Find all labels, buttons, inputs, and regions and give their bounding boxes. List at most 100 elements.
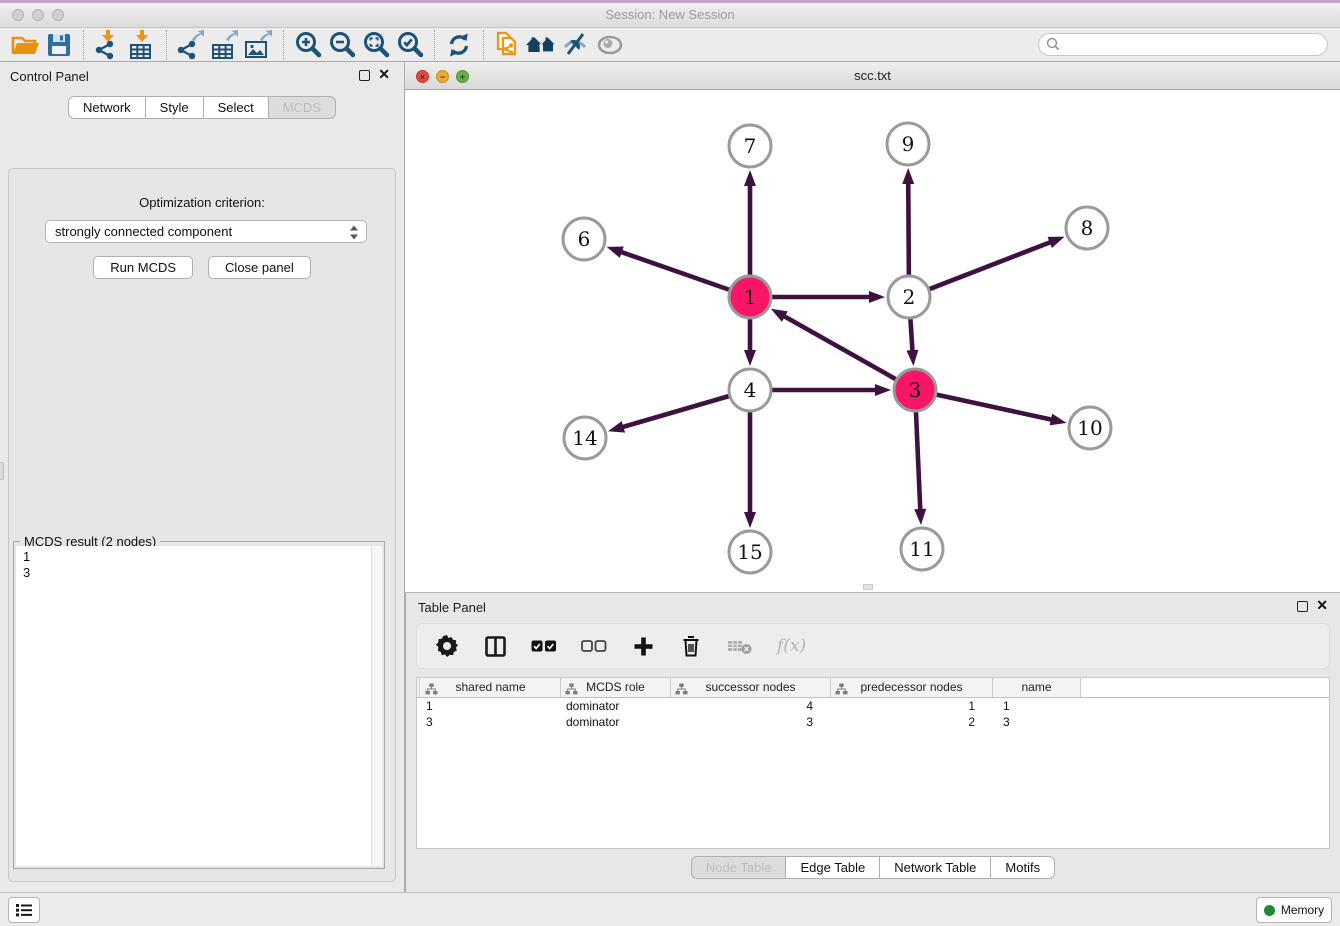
deselect-all-icon[interactable] <box>581 640 607 653</box>
zoom-fit-icon[interactable] <box>359 29 393 61</box>
canvas-grip[interactable] <box>863 584 873 590</box>
home-icon[interactable] <box>525 29 559 61</box>
control-panel-title: Control Panel <box>10 69 89 84</box>
table-cell[interactable]: dominator <box>561 714 671 730</box>
refresh-layout-icon[interactable] <box>442 29 476 61</box>
tab-mcds[interactable]: MCDS <box>268 96 336 119</box>
float-table-panel-icon[interactable] <box>1297 601 1308 612</box>
function-builder-icon: f(x) <box>777 636 806 656</box>
table-panel-title: Table Panel <box>418 600 486 615</box>
table-cell[interactable]: 1 <box>421 698 561 714</box>
select-all-icon[interactable] <box>531 640 557 653</box>
network-view-title: scc.txt <box>405 68 1340 83</box>
result-scrollbar[interactable] <box>371 546 382 866</box>
attribute-icon <box>565 682 578 697</box>
zoom-out-icon[interactable] <box>325 29 359 61</box>
column-label: name <box>1021 680 1051 694</box>
table-cell[interactable]: 1 <box>831 698 993 714</box>
task-history-button[interactable] <box>8 897 40 923</box>
mcds-result-text[interactable]: 1 3 <box>16 546 371 866</box>
hide-graphics-details-icon[interactable] <box>559 29 593 61</box>
toolbar-separator <box>483 30 484 60</box>
clone-network-icon[interactable] <box>491 29 525 61</box>
column-header-predecessor-nodes[interactable]: predecessor nodes <box>831 678 993 697</box>
import-table-icon[interactable] <box>125 29 159 61</box>
node-table: shared nameMCDS rolesuccessor nodesprede… <box>416 677 1330 849</box>
table-cell[interactable]: 3 <box>671 714 831 730</box>
graph-node-10[interactable]: 10 <box>1069 407 1111 449</box>
tab-edge-table[interactable]: Edge Table <box>785 856 880 879</box>
run-mcds-button[interactable]: Run MCDS <box>93 256 193 279</box>
memory-status-icon <box>1264 905 1275 916</box>
column-header-shared-name[interactable]: shared name <box>421 678 561 697</box>
criterion-select[interactable]: strongly connected component <box>45 220 367 243</box>
table-cell[interactable]: 3 <box>421 714 561 730</box>
graph-node-3[interactable]: 3 <box>894 369 936 411</box>
table-body: 1dominator4113dominator323 <box>417 698 1329 730</box>
save-session-icon[interactable] <box>42 29 76 61</box>
table-cell[interactable]: 1 <box>993 698 1081 714</box>
close-table-panel-icon[interactable]: ✕ <box>1316 598 1328 612</box>
tab-style[interactable]: Style <box>145 96 204 119</box>
zoom-in-icon[interactable] <box>291 29 325 61</box>
search-input[interactable] <box>1038 33 1328 56</box>
svg-text:10: 10 <box>1077 416 1102 440</box>
import-network-icon[interactable] <box>91 29 125 61</box>
criterion-value: strongly connected component <box>55 224 232 239</box>
graph-node-6[interactable]: 6 <box>563 218 605 260</box>
tab-motifs[interactable]: Motifs <box>990 856 1055 879</box>
mcds-result-groupbox: MCDS result (2 nodes) 1 3 <box>13 541 385 869</box>
tab-network[interactable]: Network <box>68 96 146 119</box>
export-table-icon[interactable] <box>208 29 242 61</box>
close-panel-icon[interactable]: ✕ <box>378 67 390 81</box>
export-network-icon[interactable] <box>174 29 208 61</box>
add-row-icon[interactable] <box>631 636 655 657</box>
network-canvas[interactable]: 7 9 6 8 1 2 4 3 14 10 15 11 <box>405 90 1340 592</box>
attribute-icon <box>425 682 438 697</box>
graph-node-2[interactable]: 2 <box>888 276 930 318</box>
application-window: Session: New Session Control Panel ✕ Net… <box>0 0 1340 926</box>
export-image-icon[interactable] <box>242 29 276 61</box>
column-header-name[interactable]: name <box>993 678 1081 697</box>
graph-node-14[interactable]: 14 <box>564 417 606 459</box>
graph-node-11[interactable]: 11 <box>901 528 943 570</box>
tab-node-table[interactable]: Node Table <box>691 856 787 879</box>
toolbar-separator <box>283 30 284 60</box>
main-toolbar <box>0 28 1340 62</box>
table-cell[interactable]: dominator <box>561 698 671 714</box>
table-row[interactable]: 3dominator323 <box>417 714 1329 730</box>
graph-node-9[interactable]: 9 <box>887 123 929 165</box>
column-header-successor-nodes[interactable]: successor nodes <box>671 678 831 697</box>
svg-text:14: 14 <box>572 426 597 450</box>
show-graphics-details-icon <box>593 29 627 61</box>
splitter-grip[interactable] <box>0 462 4 480</box>
row-gutter <box>417 678 420 697</box>
settings-icon[interactable] <box>435 635 459 657</box>
split-view-icon[interactable] <box>483 636 507 657</box>
table-cell[interactable]: 2 <box>831 714 993 730</box>
zoom-selected-icon[interactable] <box>393 29 427 61</box>
table-row[interactable]: 1dominator411 <box>417 698 1329 714</box>
svg-text:4: 4 <box>744 378 757 402</box>
graph-node-7[interactable]: 7 <box>729 125 771 167</box>
svg-text:7: 7 <box>744 134 757 158</box>
close-panel-button[interactable]: Close panel <box>208 256 311 279</box>
tab-select[interactable]: Select <box>203 96 269 119</box>
graph-node-8[interactable]: 8 <box>1066 207 1108 249</box>
window-title: Session: New Session <box>0 7 1340 22</box>
table-cell[interactable]: 3 <box>993 714 1081 730</box>
graph-node-1[interactable]: 1 <box>729 276 771 318</box>
open-file-icon[interactable] <box>8 29 42 61</box>
svg-text:1: 1 <box>744 285 757 309</box>
tab-network-table[interactable]: Network Table <box>879 856 991 879</box>
graph-node-15[interactable]: 15 <box>729 531 771 573</box>
column-header-MCDS-role[interactable]: MCDS role <box>561 678 671 697</box>
float-panel-icon[interactable] <box>359 70 370 81</box>
table-cell[interactable]: 4 <box>671 698 831 714</box>
graph-node-4[interactable]: 4 <box>729 369 771 411</box>
memory-button[interactable]: Memory <box>1256 897 1332 923</box>
table-tabs: Node TableEdge TableNetwork TableMotifs <box>406 856 1340 879</box>
toolbar-separator <box>83 30 84 60</box>
delete-row-icon[interactable] <box>679 635 703 657</box>
table-header-row: shared nameMCDS rolesuccessor nodesprede… <box>417 678 1329 698</box>
